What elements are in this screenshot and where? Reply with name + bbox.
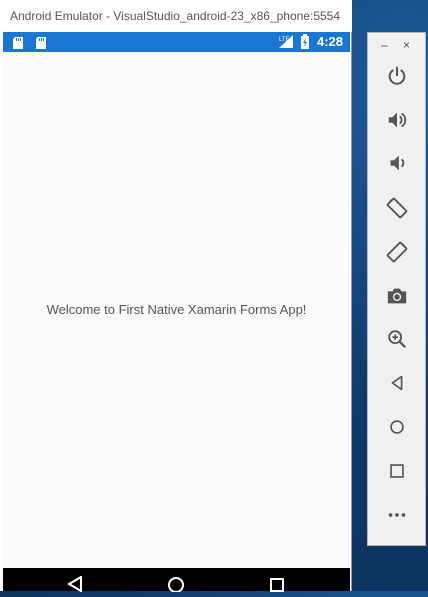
status-bar: LTE 4:28	[3, 32, 350, 52]
title-bar[interactable]: Android Emulator - VisualStudio_android-…	[0, 0, 352, 32]
app-content: Welcome to First Native Xamarin Forms Ap…	[3, 52, 350, 568]
back-button[interactable]	[385, 373, 409, 397]
signal-icon: LTE	[279, 35, 293, 53]
rotate-left-icon	[386, 197, 408, 224]
zoom-button[interactable]	[385, 329, 409, 353]
volume-up-icon	[386, 109, 408, 136]
screenshot-button[interactable]	[385, 286, 409, 310]
overview-icon	[386, 460, 408, 487]
rotate-left-button[interactable]	[385, 197, 409, 224]
navigation-bar	[3, 568, 350, 593]
network-label: LTE	[279, 37, 290, 43]
emulator-toolbar: – ×	[367, 32, 426, 546]
home-icon	[386, 416, 408, 443]
rotate-right-button[interactable]	[385, 241, 409, 268]
rotate-right-icon	[386, 241, 408, 268]
close-button[interactable]: ×	[403, 38, 410, 52]
power-icon	[386, 65, 408, 92]
more-button[interactable]	[385, 505, 409, 529]
power-button[interactable]	[385, 66, 409, 90]
back-icon	[386, 372, 408, 399]
zoom-icon	[386, 328, 408, 355]
welcome-label: Welcome to First Native Xamarin Forms Ap…	[46, 302, 307, 317]
home-button[interactable]	[385, 417, 409, 441]
camera-icon	[386, 285, 408, 312]
nav-recents-icon[interactable]	[269, 576, 285, 597]
volume-down-button[interactable]	[385, 153, 409, 177]
clock: 4:28	[316, 34, 343, 49]
more-icon	[386, 504, 408, 531]
overview-button[interactable]	[385, 461, 409, 485]
toolbar-header: – ×	[368, 38, 425, 53]
nav-home-icon[interactable]	[168, 576, 184, 597]
volume-down-icon	[386, 152, 408, 179]
window-title: Android Emulator - VisualStudio_android-…	[10, 9, 341, 23]
nav-back-icon[interactable]	[67, 575, 83, 597]
emulator-window: Android Emulator - VisualStudio_android-…	[0, 0, 352, 593]
volume-up-button[interactable]	[385, 110, 409, 134]
battery-icon	[301, 34, 309, 54]
minimize-button[interactable]: –	[381, 38, 388, 52]
